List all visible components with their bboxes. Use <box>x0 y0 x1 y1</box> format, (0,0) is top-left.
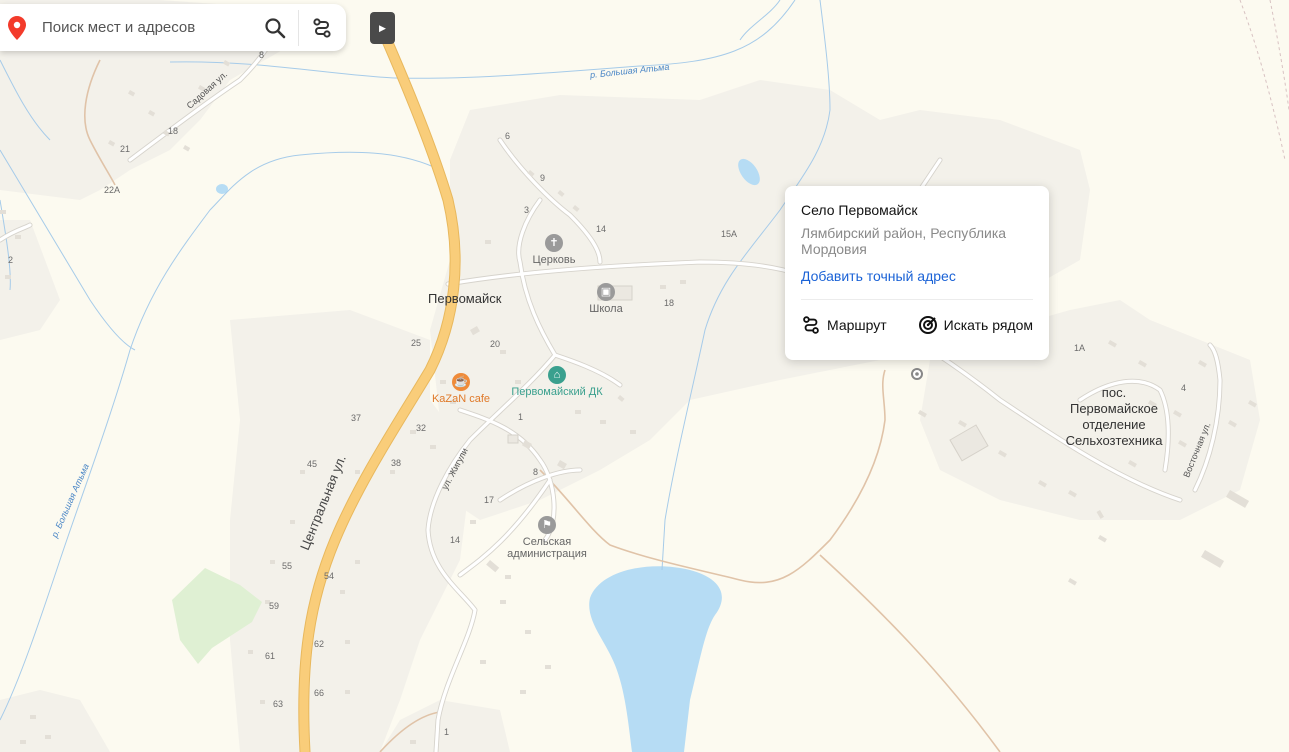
poi-church[interactable]: ✝ Церковь <box>526 234 582 266</box>
popup-subtitle: Лямбирский район, Республика Мордовия <box>801 225 1007 257</box>
poi-label: Церковь <box>532 254 576 266</box>
popup-divider <box>801 299 1033 300</box>
place-popup-card: Село Первомайск Лямбирский район, Респуб… <box>785 186 1049 360</box>
route-action-label: Маршрут <box>827 317 887 333</box>
cafe-icon: ☕ <box>452 373 470 391</box>
settlement-label-line: Первомайское <box>1069 401 1159 416</box>
route-icon <box>313 17 331 38</box>
collapse-panel-button[interactable]: ▶ <box>370 12 395 44</box>
house-number: 37 <box>351 413 362 423</box>
settlement-label-line: отделение <box>1082 417 1146 432</box>
house-number: 25 <box>411 338 422 348</box>
house-number: 38 <box>391 458 402 468</box>
house-number: 17 <box>484 495 495 505</box>
poi-cafe[interactable]: ☕ KaZaN cafe <box>425 373 497 405</box>
poi-culture-house[interactable]: ⌂ Первомайский ДК <box>496 366 618 398</box>
house-number: 59 <box>269 601 280 611</box>
house-number: 20 <box>490 339 501 349</box>
search-bar <box>0 4 346 51</box>
poi-label: администрация <box>507 548 587 560</box>
settlement-label-line: пос. <box>1101 385 1127 400</box>
house-number: 63 <box>273 699 284 709</box>
map-canvas[interactable] <box>0 0 1289 752</box>
poi-label: KaZaN cafe <box>431 393 491 405</box>
house-number: 54 <box>324 571 335 581</box>
house-number: 18 <box>664 298 675 308</box>
house-number: 14 <box>450 535 461 545</box>
search-nearby-label: Искать рядом <box>943 317 1033 333</box>
house-number: 61 <box>265 651 276 661</box>
house-number: 1А <box>1074 343 1086 353</box>
house-number: 32 <box>416 423 427 433</box>
house-number: 2 <box>8 255 14 265</box>
search-icon <box>265 17 286 38</box>
house-number: 8 <box>533 467 539 477</box>
poi-label: Первомайский ДК <box>511 386 603 398</box>
museum-icon: ⌂ <box>548 366 566 384</box>
collapse-arrow-icon: ▶ <box>379 22 386 33</box>
search-nearby-button[interactable]: Искать рядом <box>918 315 1033 335</box>
route-icon <box>803 316 819 334</box>
add-address-link[interactable]: Добавить точный адрес <box>801 266 956 286</box>
school-icon: ▣ <box>597 283 615 301</box>
house-number: 6 <box>505 131 511 141</box>
house-number: 22А <box>104 185 121 195</box>
location-pin-icon <box>0 4 34 51</box>
poi-label: Школа <box>589 303 623 315</box>
house-number: 3 <box>524 205 530 215</box>
poi-administration[interactable]: ⚑ Сельская администрация <box>504 516 590 560</box>
settlement-label-selkhoztekhnika[interactable]: пос. Первомайское отделение Сельхозтехни… <box>1054 385 1174 449</box>
route-action-button[interactable]: Маршрут <box>801 315 887 335</box>
target-icon <box>918 316 937 334</box>
search-button[interactable] <box>252 4 298 51</box>
popup-title: Село Первомайск <box>801 202 918 218</box>
church-icon: ✝ <box>545 234 563 252</box>
house-number: 55 <box>282 561 293 571</box>
house-number: 14 <box>596 224 607 234</box>
house-number: 66 <box>314 688 325 698</box>
route-button[interactable] <box>299 4 345 51</box>
house-number: 15А <box>721 229 738 239</box>
settlement-label-line: Сельхозтехника <box>1065 433 1163 448</box>
house-number: 8 <box>259 50 265 60</box>
house-number: 18 <box>168 126 179 136</box>
house-number: 1 <box>518 412 524 422</box>
popup-actions: Маршрут Искать рядом <box>801 315 1033 335</box>
house-number: 21 <box>120 144 131 154</box>
house-number: 4 <box>1181 383 1187 393</box>
poi-label: Сельская <box>522 536 572 548</box>
settlement-label-pervomaisk[interactable]: Первомайск <box>428 291 501 307</box>
house-number: 9 <box>540 173 546 183</box>
house-number: 1 <box>444 727 450 737</box>
flag-icon: ⚑ <box>538 516 556 534</box>
house-number: 62 <box>314 639 325 649</box>
house-number: 45 <box>307 459 318 469</box>
poi-school[interactable]: ▣ Школа <box>582 283 630 315</box>
search-input[interactable] <box>34 19 252 36</box>
